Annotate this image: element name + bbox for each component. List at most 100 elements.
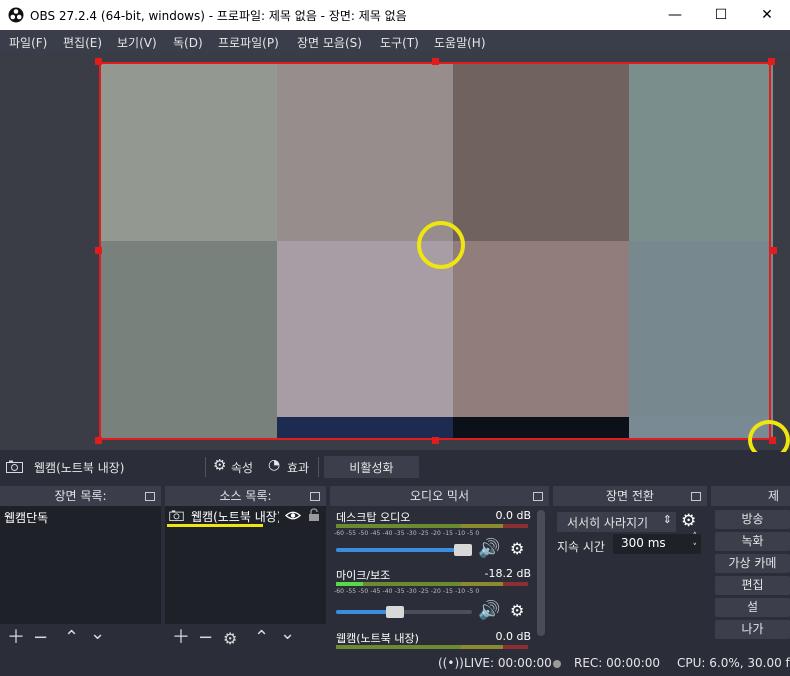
resize-handle-right[interactable]: [770, 247, 777, 254]
remove-source-icon[interactable]: −: [198, 628, 213, 648]
controls-dock: 제어 방송 녹화 가상 카메 편집 설 나가: [711, 486, 790, 652]
studio-mode-button[interactable]: 편집: [715, 576, 790, 595]
add-source-icon[interactable]: ＋: [172, 628, 190, 648]
highlight-underline-marker: [167, 524, 263, 527]
deactivate-button[interactable]: 비활성화: [324, 456, 419, 478]
audio-mixer-title: 오디오 믹서: [330, 486, 549, 506]
source-item[interactable]: 웹캠(노트북 내장): [165, 506, 326, 526]
audio-settings-gear-icon[interactable]: ⚙: [510, 539, 524, 558]
float-dock-icon[interactable]: [691, 492, 701, 501]
volume-knob[interactable]: [386, 606, 404, 618]
audio-settings-gear-icon[interactable]: ⚙: [510, 601, 524, 620]
scene-item[interactable]: 웹캠단독: [4, 509, 48, 526]
unlock-icon[interactable]: [308, 508, 320, 522]
speaker-icon[interactable]: 🔊: [478, 538, 500, 559]
audio-level-fill: [336, 582, 363, 586]
spin-arrows-icon[interactable]: ˄ ˅: [693, 532, 698, 554]
resize-handle-top[interactable]: [432, 58, 439, 65]
scene-list[interactable]: 웹캠단독: [0, 506, 161, 624]
window-title: OBS 27.2.4 (64-bit, windows) - 프로파일: 제목 …: [30, 9, 407, 23]
transition-properties-gear-icon[interactable]: ⚙: [681, 511, 696, 531]
mixer-channel-db: 0.0 dB: [495, 630, 531, 643]
close-button[interactable]: ✕: [744, 0, 790, 30]
transitions-title: 장면 전환: [553, 486, 707, 506]
gear-icon: ⚙: [213, 456, 227, 474]
speaker-icon[interactable]: 🔊: [478, 600, 500, 621]
record-dot-icon: [553, 660, 561, 668]
resize-handle-top-left[interactable]: [95, 58, 102, 65]
title-bar: OBS 27.2.4 (64-bit, windows) - 프로파일: 제목 …: [0, 0, 790, 30]
settings-button[interactable]: 설: [715, 598, 790, 617]
volume-slider[interactable]: [336, 606, 472, 618]
menu-help[interactable]: 도움말(H): [434, 34, 486, 51]
resize-handle-top-right[interactable]: [768, 58, 775, 65]
move-down-icon[interactable]: ⌄: [280, 624, 295, 644]
transitions-dock: 장면 전환 서서히 사라지기 ⇕ ⚙ 지속 시간 300 ms ˄ ˅: [553, 486, 707, 652]
start-streaming-button[interactable]: 방송: [715, 510, 790, 529]
webcam-frame-block: [629, 241, 773, 417]
transition-select-value: 서서히 사라지기: [567, 516, 649, 530]
divider: [205, 457, 206, 477]
volume-knob[interactable]: [454, 544, 472, 556]
deactivate-label: 비활성화: [349, 461, 394, 475]
menu-view[interactable]: 보기(V): [117, 34, 157, 51]
mixer-channel-db: -18.2 dB: [484, 567, 532, 580]
source-list[interactable]: 웹캠(노트북 내장): [165, 506, 326, 624]
menu-scene-collection[interactable]: 장면 모음(S): [297, 34, 362, 51]
menu-tools[interactable]: 도구(T): [380, 34, 419, 51]
move-up-icon[interactable]: ⌃: [254, 628, 269, 648]
menu-bar: 파일(F) 편집(E) 보기(V) 독(D) 프로파일(P) 장면 모음(S) …: [0, 30, 790, 52]
volume-slider[interactable]: [336, 544, 472, 556]
scenes-toolbar: ＋ − ⌃ ⌄: [0, 624, 161, 652]
start-recording-button[interactable]: 녹화: [715, 532, 790, 551]
divider: [318, 457, 319, 477]
menu-file[interactable]: 파일(F): [9, 34, 47, 51]
add-scene-icon[interactable]: ＋: [7, 628, 25, 648]
mixer-scrollbar[interactable]: [537, 510, 545, 636]
filters-button[interactable]: 효과: [287, 459, 309, 476]
volume-fill: [336, 548, 472, 552]
float-dock-icon[interactable]: [145, 492, 155, 501]
status-bar: ((•)) LIVE: 00:00:00 REC: 00:00:00 CPU: …: [0, 652, 790, 676]
broadcast-icon: ((•)): [438, 656, 464, 670]
minimize-button[interactable]: —: [652, 0, 698, 30]
menu-edit[interactable]: 편집(E): [63, 34, 102, 51]
move-up-icon[interactable]: ⌃: [64, 628, 79, 648]
mixer-channel-name: 웹캠(노트북 내장): [336, 632, 419, 645]
filter-icon: ◔: [268, 457, 281, 473]
mixer-channel-name: 마이크/보조: [336, 569, 391, 582]
float-dock-icon[interactable]: [310, 492, 320, 501]
move-down-icon[interactable]: ⌄: [90, 624, 105, 644]
meter-scale: -60 -55 -50 -45 -40 -35 -30 -25 -20 -15 …: [334, 530, 480, 537]
sources-dock-title: 소스 목록:: [165, 486, 326, 506]
properties-button[interactable]: 속성: [231, 459, 253, 476]
menu-dock[interactable]: 독(D): [173, 34, 203, 51]
resize-handle-left[interactable]: [95, 247, 102, 254]
menu-profile[interactable]: 프로파일(P): [218, 34, 279, 51]
resize-handle-bottom[interactable]: [432, 437, 439, 444]
maximize-button[interactable]: ☐: [698, 0, 744, 30]
sources-toolbar: ＋ − ⚙ ⌃ ⌄: [165, 624, 326, 652]
controls-title-wrap: 제어: [711, 486, 790, 523]
mixer-channel-list: 데스크탑 오디오 0.0 dB -60 -55 -50 -45 -40 -35 …: [330, 506, 549, 652]
float-dock-icon[interactable]: [533, 492, 543, 501]
resize-handle-bottom-left[interactable]: [95, 437, 102, 444]
exit-button[interactable]: 나가: [715, 620, 790, 639]
webcam-frame-block: [99, 62, 277, 241]
remove-scene-icon[interactable]: −: [33, 628, 48, 648]
source-toolbar: 웹캠(노트북 내장) ⚙ 속성 ◔ 효과 비활성화: [0, 452, 790, 482]
duration-spinbox[interactable]: 300 ms ˄ ˅: [613, 532, 701, 554]
eye-icon[interactable]: [285, 510, 301, 521]
cpu-fps: CPU: 6.0%, 30.00 fps: [677, 656, 790, 670]
audio-meter: [336, 645, 528, 649]
duration-value: 300 ms: [621, 536, 666, 550]
chevron-updown-icon: ⇕: [662, 513, 672, 526]
webcam-frame-block: [277, 241, 453, 417]
virtual-camera-button[interactable]: 가상 카메: [715, 554, 790, 573]
transition-select[interactable]: 서서히 사라지기 ⇕: [557, 512, 676, 532]
source-properties-gear-icon[interactable]: ⚙: [223, 629, 237, 649]
rec-timer: REC: 00:00:00: [574, 656, 661, 670]
webcam-frame-block: [277, 62, 453, 241]
meter-scale: -60 -55 -50 -45 -40 -35 -30 -25 -20 -15 …: [334, 588, 480, 595]
webcam-frame-block: [453, 62, 629, 241]
